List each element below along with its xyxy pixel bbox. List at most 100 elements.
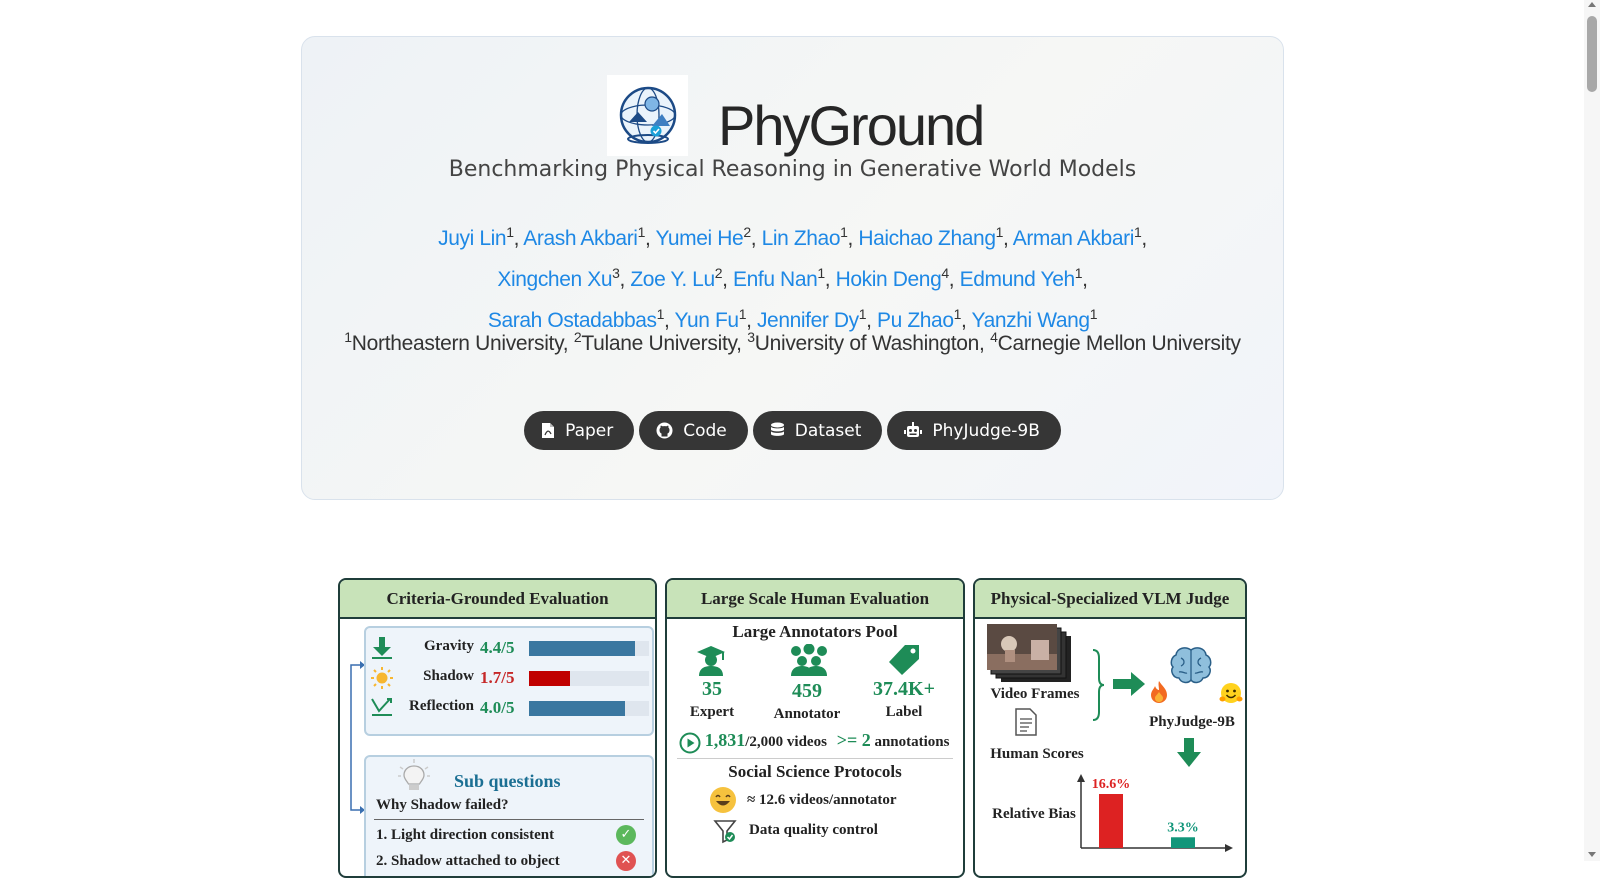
metric-score: 1.7/5 (480, 668, 515, 687)
dataset-button[interactable]: Dataset (752, 411, 883, 450)
author-item[interactable]: Hokin Deng4 (836, 265, 950, 291)
paper-button-label: Paper (565, 420, 614, 441)
lightbulb-icon (398, 759, 430, 790)
author-link[interactable]: Lin Zhao (762, 227, 841, 250)
reflection-icon (371, 698, 392, 716)
metric-score: 4.0/5 (480, 698, 515, 717)
phyjudge-button[interactable]: PhyJudge-9B (887, 411, 1061, 450)
author-item[interactable]: Yumei He2 (655, 224, 751, 250)
page-scrollbar[interactable] (1584, 0, 1600, 861)
vlm-judge-panel-title: Physical-Specialized VLM Judge (975, 580, 1245, 619)
videos-done: 1,831 (704, 730, 746, 750)
affiliation-name: University of Washington (754, 332, 980, 355)
author-item[interactable]: Arash Akbari1 (523, 224, 645, 250)
robot-icon (904, 422, 923, 437)
metric-bar-fill (529, 671, 570, 686)
code-button[interactable]: Code (639, 411, 748, 450)
separator: , (736, 332, 748, 355)
author-link[interactable]: Edmund Yeh (960, 268, 1076, 291)
affiliation-mark: 1 (344, 329, 352, 345)
separator: , (1003, 227, 1013, 250)
fire-icon (1151, 681, 1167, 703)
separator: , (1082, 268, 1088, 291)
right-arrow-icon (1113, 672, 1145, 696)
separator: , (948, 268, 960, 291)
metric-bar-track (529, 701, 649, 716)
author-affiliation-mark: 2 (743, 224, 751, 240)
criteria-scores: Gravity 4.4/5 Shadow 1.7/5 Reflection 4.… (364, 626, 654, 736)
author-affiliation-mark: 1 (1089, 306, 1098, 322)
sub-questions-box: Sub questions Why Shadow failed? 1. Ligh… (364, 755, 654, 876)
scroll-down-icon[interactable] (1588, 852, 1596, 857)
stat-value: 459 (792, 680, 822, 702)
brand: PhyGround (607, 75, 985, 157)
scrollbar-thumb[interactable] (1587, 16, 1597, 92)
criteria-panel-title: Criteria-Grounded Evaluation (340, 580, 655, 619)
affiliation-name: Tulane University (581, 332, 737, 355)
metric-gravity: Gravity 4.4/5 (366, 634, 652, 662)
author-link[interactable]: Hokin Deng (836, 268, 942, 291)
database-icon (770, 422, 784, 436)
author-link[interactable]: Juyi Lin (438, 227, 506, 250)
metric-bar-fill (529, 701, 625, 716)
author-affiliation-mark: 3 (612, 265, 620, 281)
author-item[interactable]: Edmund Yeh1 (960, 265, 1083, 291)
link-buttons: Paper Code Dataset PhyJudge-9B (302, 411, 1283, 450)
sub-questions-title: Sub questions (454, 771, 561, 791)
author-affiliation-mark: 1 (656, 306, 665, 322)
author-item[interactable]: Lin Zhao1 (762, 224, 848, 250)
bracket (1092, 649, 1105, 721)
relative-bias-chart: 16.6% 3.3% (1077, 774, 1233, 852)
separator: , (644, 227, 656, 250)
stat-value: 37.4K+ (873, 678, 935, 700)
author-link[interactable]: Xingchen Xu (497, 268, 612, 291)
smile-emoji-icon (710, 787, 736, 813)
sun-icon (371, 667, 393, 689)
author-item[interactable]: Enfu Nan1 (733, 265, 825, 291)
relative-bias-label: Relative Bias (992, 806, 1076, 822)
separator: , (513, 227, 524, 250)
phyjudge-button-label: PhyJudge-9B (932, 420, 1040, 441)
author-item[interactable]: Haichao Zhang1 (858, 224, 1004, 250)
pool-title: Large Annotators Pool (732, 622, 898, 641)
metric-score: 4.4/5 (480, 638, 515, 657)
author-affiliation-mark: 1 (840, 224, 848, 240)
author-item[interactable]: Juyi Lin1 (438, 224, 514, 250)
metric-shadow: Shadow 1.7/5 (366, 664, 652, 692)
divider (374, 819, 644, 820)
logo (607, 75, 688, 156)
bias-bar-label: 3.3% (1167, 820, 1199, 835)
author-affiliation-mark: 1 (738, 306, 747, 322)
author-item[interactable]: Arman Akbari1 (1013, 224, 1142, 250)
author-link[interactable]: Yumei He (655, 227, 743, 250)
author-affiliation-mark: 1 (995, 224, 1004, 240)
videos-per-annotator: ≈ 12.6 videos/annotator (747, 792, 897, 808)
author-link[interactable]: Arman Akbari (1013, 227, 1135, 250)
metric-bar-track (529, 641, 649, 656)
scroll-up-icon[interactable] (1588, 2, 1596, 7)
author-item[interactable]: Zoe Y. Lu2 (630, 265, 722, 291)
author-link[interactable]: Arash Akbari (523, 227, 638, 250)
author-link[interactable]: Haichao Zhang (858, 227, 996, 250)
stat-label: Expert (689, 704, 735, 720)
paper-button[interactable]: Paper (524, 411, 635, 450)
divider (677, 758, 953, 759)
play-icon (679, 732, 701, 754)
separator: , (722, 268, 734, 291)
human-eval-panel: Large Scale Human Evaluation Large Annot… (665, 578, 965, 878)
check-icon: ✓ (616, 825, 636, 845)
stat-value: 35 (702, 678, 722, 700)
page-title: PhyGround (718, 94, 985, 157)
author-item[interactable]: Xingchen Xu3 (497, 265, 620, 291)
author-link[interactable]: Enfu Nan (733, 268, 818, 291)
vlm-judge-panel: Physical-Specialized VLM Judge Video Fra… (973, 578, 1247, 878)
criteria-panel: Criteria-Grounded Evaluation Gravity 4.4… (338, 578, 657, 878)
document-icon (1015, 708, 1037, 736)
code-button-label: Code (683, 420, 727, 441)
metric-name: Shadow (423, 668, 474, 684)
author-link[interactable]: Zoe Y. Lu (630, 268, 715, 291)
phyjudge-label: PhyJudge-9B (1149, 714, 1235, 730)
filter-icon (713, 820, 737, 844)
metric-bar-track (529, 671, 649, 686)
separator: , (979, 332, 991, 355)
